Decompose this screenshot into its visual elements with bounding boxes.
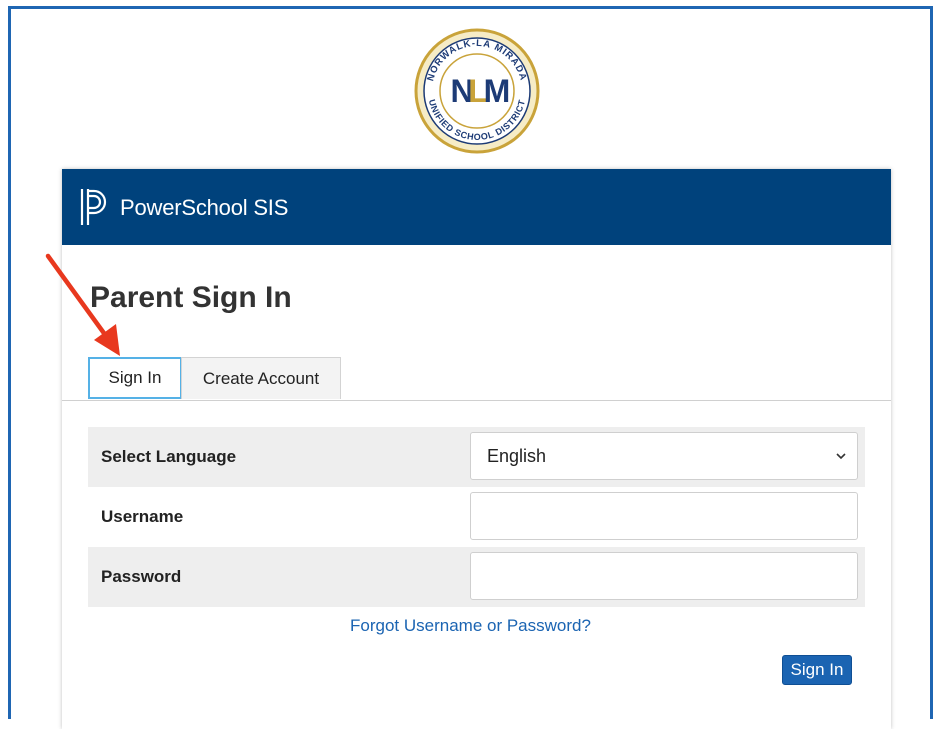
powerschool-logo-icon (80, 189, 107, 225)
tab-divider (62, 400, 891, 401)
password-field[interactable] (470, 552, 858, 600)
sign-in-button[interactable]: Sign In (782, 655, 852, 685)
page-title: Parent Sign In (90, 281, 292, 314)
password-label: Password (101, 567, 182, 586)
username-field[interactable] (470, 492, 858, 540)
language-row: Select Language English (88, 427, 865, 487)
chevron-down-icon (836, 453, 846, 460)
password-row: Password (88, 547, 865, 607)
district-seal: NORWALK-LA MIRADA UNIFIED SCHOOL DISTRIC… (414, 28, 540, 154)
forgot-credentials-link[interactable]: Forgot Username or Password? (350, 616, 591, 636)
username-row: Username (88, 487, 865, 547)
language-label: Select Language (101, 447, 237, 466)
language-selected-value: English (487, 445, 547, 466)
signin-card: PowerSchool SIS Parent Sign In Sign In C… (62, 169, 891, 729)
tab-create-account[interactable]: Create Account (181, 357, 341, 399)
signin-tabs: Sign In Create Account (88, 357, 341, 401)
username-label: Username (101, 507, 184, 526)
svg-text:M: M (484, 73, 511, 109)
language-select[interactable]: English (470, 432, 858, 480)
app-header: PowerSchool SIS (62, 169, 891, 245)
brand-name: PowerSchool SIS (120, 195, 289, 220)
tab-sign-in[interactable]: Sign In (88, 357, 182, 399)
